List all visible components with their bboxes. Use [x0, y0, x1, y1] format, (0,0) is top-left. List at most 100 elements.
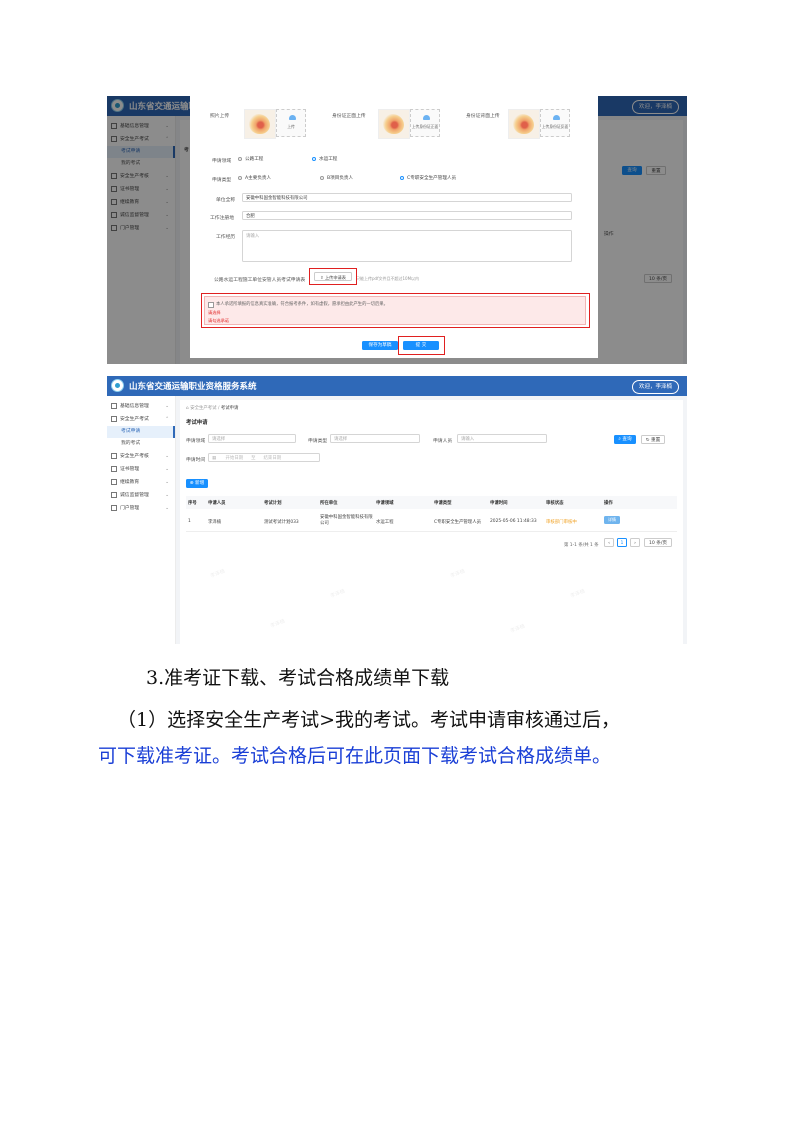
experience-textarea[interactable]: 请输入	[242, 230, 572, 262]
company-label: 单位全称	[216, 198, 236, 203]
upload-hint: 只能上传pdf文件且不超过10M以内	[356, 276, 420, 281]
type-radio-b[interactable]: B项目负责人	[320, 175, 353, 181]
detail-button[interactable]: 详情	[604, 516, 620, 524]
add-button[interactable]: ⊕ 新增	[186, 479, 208, 488]
field-filter-select[interactable]: 请选择	[208, 434, 296, 443]
doc-icon	[111, 402, 117, 409]
sidebar-item-assess[interactable]: 安全生产考核 ⌄	[107, 450, 175, 463]
application-modal: 照片上传 上传 身份证正面上传 上传身份证正面 身份证背面上传 上传身份证反面 …	[190, 96, 598, 358]
screenshot-application-modal: 山东省交通运输职 欢迎，李泽楠 基础信息管理 ⌄ 安全生产考试 ⌃ 考试申请 我的考…	[107, 96, 687, 364]
page-number-1[interactable]: 1	[617, 538, 627, 547]
cell-field: 水运工程	[376, 520, 394, 525]
col-header-plan: 考试计划	[264, 501, 282, 506]
highlight-upload-form	[309, 268, 357, 285]
type-filter-select[interactable]: 请选择	[330, 434, 420, 443]
sidebar-item-edu[interactable]: 继续教育 ⌄	[107, 476, 175, 489]
grid-icon	[111, 504, 117, 511]
company-input[interactable]: 安徽中科国金智能科技有限公司	[242, 193, 572, 202]
col-header-status: 审核状态	[546, 501, 564, 506]
highlight-submit	[398, 336, 445, 355]
china-map-image	[249, 114, 270, 134]
cell-status: 审核部门审核中	[546, 520, 577, 525]
idfront-preview	[378, 109, 410, 139]
shield-icon	[111, 491, 117, 498]
col-header-action: 操作	[604, 501, 613, 506]
upload-cloud-icon	[553, 115, 560, 120]
watermark: 李泽楠	[329, 588, 346, 600]
user-menu[interactable]: 欢迎，李泽楠	[631, 380, 679, 394]
cell-company: 安徽中科国金智能科技有限公司	[320, 515, 373, 526]
photo-upload-box[interactable]: 上传	[276, 109, 306, 137]
chevron-left-icon: ‹	[608, 541, 610, 546]
screenshot-application-list: 山东省交通运输职业资格服务系统 欢迎，李泽楠 基础信息管理 ⌄ 安全生产考试 ⌃ 考…	[107, 376, 687, 644]
next-page-button[interactable]: ›	[630, 538, 640, 547]
calendar-icon: ▦	[212, 456, 218, 461]
field-radio-waterway[interactable]: 水运工程	[312, 156, 337, 162]
sidebar-sub-my-exam[interactable]: 我的考试	[107, 438, 175, 450]
radio-icon	[238, 175, 242, 180]
cell-time: 2025-05-06 11:48:33	[490, 519, 537, 524]
applicant-filter-input[interactable]: 请输入	[457, 434, 547, 443]
col-header-company: 所在单位	[320, 501, 338, 506]
doc-icon	[111, 415, 117, 422]
type-filter-label: 申请类型	[308, 439, 328, 444]
china-map-image	[513, 114, 534, 134]
col-header-applicant: 申请人员	[208, 501, 226, 506]
top-bar: 山东省交通运输职业资格服务系统 欢迎，李泽楠	[107, 376, 687, 396]
idback-upload-box[interactable]: 上传身份证反面	[540, 109, 570, 137]
sidebar: 基础信息管理 ⌄ 安全生产考试 ⌃ 考试申请 我的考试 安全生产考核 ⌄ 证书管理 ⌄ …	[107, 396, 176, 644]
watermark: 李泽楠	[569, 588, 586, 600]
col-header-type: 申请类型	[434, 501, 452, 506]
watermark: 李泽楠	[449, 568, 466, 580]
cell-plan: 测试考试计划033	[264, 520, 299, 525]
watermark: 李泽楠	[269, 618, 286, 630]
upload-cloud-icon	[423, 115, 430, 120]
book-icon	[111, 478, 117, 485]
applicant-filter-label: 申请人员	[433, 439, 453, 444]
cert-icon	[111, 465, 117, 472]
type-radio-a[interactable]: A主要负责人	[238, 175, 271, 181]
content-card: ⌂ 安全生产考试 / 考试申请 考试申请 申请领域 请选择 申请类型 请选择 申…	[180, 400, 683, 644]
idfront-upload-box[interactable]: 上传身份证正面	[410, 109, 440, 137]
location-label: 工作注册地	[210, 216, 234, 221]
photo-preview	[244, 109, 276, 139]
reset-button[interactable]: ↻ 重置	[641, 435, 665, 444]
sidebar-item-portal[interactable]: 门户管理 ⌄	[107, 502, 175, 515]
col-header-field: 申请领域	[376, 501, 394, 506]
location-input[interactable]: 合肥	[242, 211, 572, 220]
monitor-icon	[111, 452, 117, 459]
china-map-image	[383, 114, 404, 134]
type-radio-c[interactable]: C专职安全生产管理人员	[400, 175, 456, 181]
page-size-select[interactable]: 10 条/页	[644, 538, 672, 547]
sidebar-item-safety-exam[interactable]: 安全生产考试 ⌃	[107, 413, 175, 426]
page-title: 考试申请	[186, 420, 208, 426]
sidebar-item-credit[interactable]: 诚信监督管理 ⌄	[107, 489, 175, 502]
radio-checked-icon	[312, 156, 316, 161]
col-header-index: 序号	[188, 501, 197, 506]
date-range-picker[interactable]: ▦ 开始日期至结束日期	[208, 453, 320, 462]
watermark: 李泽楠	[509, 623, 526, 635]
watermark: 李泽楠	[209, 568, 226, 580]
chevron-right-icon: ›	[634, 541, 636, 546]
col-header-time: 申请时间	[490, 501, 508, 506]
sidebar-item-basic[interactable]: 基础信息管理 ⌄	[107, 400, 175, 413]
highlight-pledge	[201, 293, 590, 328]
system-title: 山东省交通运输职业资格服务系统	[129, 382, 257, 392]
sidebar-item-cert[interactable]: 证书管理 ⌄	[107, 463, 175, 476]
upload-cloud-icon	[289, 115, 296, 120]
photo-upload-label: 照片上传	[210, 114, 230, 119]
type-label: 申请类型	[212, 178, 232, 183]
pagination-summary: 第 1-1 条/共 1 条	[564, 543, 599, 548]
prev-page-button[interactable]: ‹	[604, 538, 614, 547]
field-radio-highway[interactable]: 公路工程	[238, 156, 263, 162]
field-filter-label: 申请领域	[186, 439, 206, 444]
field-label: 申请领域	[212, 159, 232, 164]
time-filter-label: 申请时间	[186, 458, 206, 463]
experience-label: 工作经历	[216, 235, 236, 240]
query-button[interactable]: ⌕ 查询	[614, 435, 636, 444]
sidebar-sub-apply[interactable]: 考试申请	[107, 426, 175, 438]
cell-applicant: 李泽楠	[208, 520, 222, 525]
save-draft-button[interactable]: 保存为草稿	[362, 341, 398, 350]
logo-icon	[111, 379, 124, 392]
breadcrumb: ⌂ 安全生产考试 / 考试申请	[186, 406, 239, 411]
